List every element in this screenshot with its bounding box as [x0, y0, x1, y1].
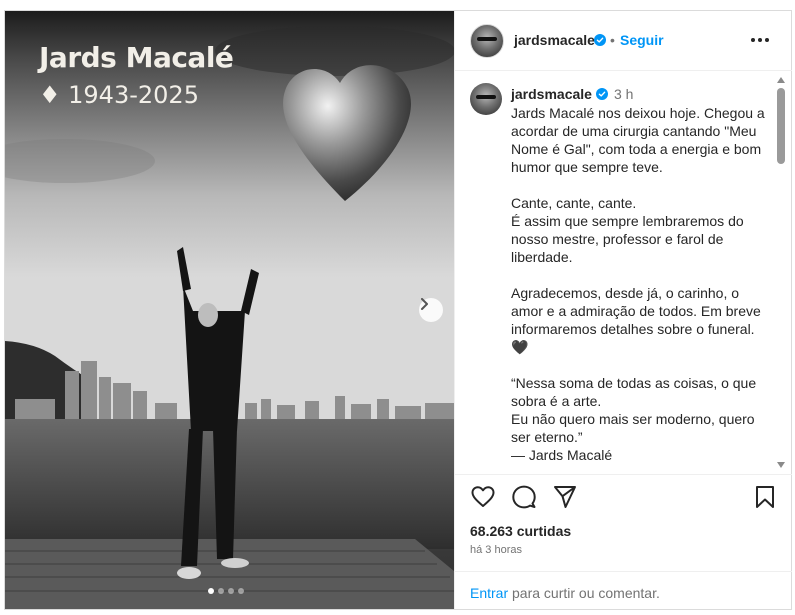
caption-paragraph: Eu não quero mais ser moderno, quero ser…: [511, 411, 755, 445]
chevron-right-icon: [421, 298, 428, 310]
caption-paragraph: Cante, cante, cante.: [511, 195, 637, 211]
photo-years: ♦ 1943-2025: [39, 81, 199, 109]
post-header: jardsmacale • Seguir: [455, 11, 792, 71]
caption-username[interactable]: jardsmacale: [511, 86, 592, 102]
login-prompt-rest: para curtir ou comentar.: [508, 585, 660, 601]
carousel-indicator: [208, 588, 244, 594]
post-actions: [455, 484, 792, 514]
header-separator: •: [610, 32, 615, 48]
header-username[interactable]: jardsmacale: [514, 32, 595, 48]
caption-emoji: 🖤: [511, 339, 529, 355]
photo-title: Jards Macalé: [39, 41, 234, 74]
verified-badge-icon: [595, 88, 608, 100]
more-dot-icon: [765, 38, 769, 42]
likes-count[interactable]: 68.263 curtidas: [470, 523, 571, 539]
caption-paragraph: É assim que sempre lembraremos do nosso …: [511, 213, 744, 265]
login-prompt: Entrar para curtir ou comentar.: [455, 571, 792, 610]
post-modal: Jards Macalé ♦ 1943-2025 jardsmacale • S…: [4, 10, 792, 610]
share-icon[interactable]: [552, 484, 578, 510]
more-options-button[interactable]: [751, 34, 771, 46]
post-side-panel: jardsmacale • Seguir jardsmacale 3 h Jard…: [454, 11, 792, 609]
follow-button[interactable]: Seguir: [620, 32, 664, 48]
carousel-dot: [228, 588, 234, 594]
caption-paragraph: “Nessa soma de todas as coisas, o que so…: [511, 375, 757, 409]
more-dot-icon: [758, 38, 762, 42]
caption-header: jardsmacale 3 h: [511, 86, 633, 102]
post-timestamp[interactable]: há 3 horas: [470, 544, 522, 556]
login-prompt-text: Entrar para curtir ou comentar.: [470, 585, 660, 601]
caption-time[interactable]: 3 h: [614, 86, 633, 102]
heart-icon[interactable]: [470, 484, 496, 510]
caption-paragraph: Jards Macalé nos deixou hoje. Chegou a a…: [511, 105, 765, 175]
caption-paragraph: Agradecemos, desde já, o carinho, o amor…: [511, 285, 761, 337]
carousel-dot: [238, 588, 244, 594]
caption-section[interactable]: jardsmacale 3 h Jards Macalé nos deixou h…: [455, 71, 792, 475]
verified-badge-icon: [594, 34, 606, 46]
scroll-up-arrow-icon[interactable]: [777, 77, 785, 83]
carousel-dot: [218, 588, 224, 594]
bookmark-icon[interactable]: [752, 484, 778, 510]
caption-text: Jards Macalé nos deixou hoje. Chegou a a…: [511, 104, 769, 474]
carousel-next-button[interactable]: [419, 298, 443, 322]
post-photo[interactable]: Jards Macalé ♦ 1943-2025: [5, 11, 454, 609]
carousel-dot: [208, 588, 214, 594]
caption-paragraph: — Jards Macalé: [511, 447, 613, 463]
avatar[interactable]: [470, 24, 504, 58]
more-dot-icon: [751, 38, 755, 42]
comment-icon[interactable]: [511, 484, 537, 510]
login-link[interactable]: Entrar: [470, 585, 508, 601]
scrollbar-thumb[interactable]: [777, 88, 785, 164]
caption-avatar[interactable]: [470, 83, 502, 115]
caption-scrollbar[interactable]: [776, 71, 786, 474]
scroll-down-arrow-icon[interactable]: [777, 462, 785, 468]
